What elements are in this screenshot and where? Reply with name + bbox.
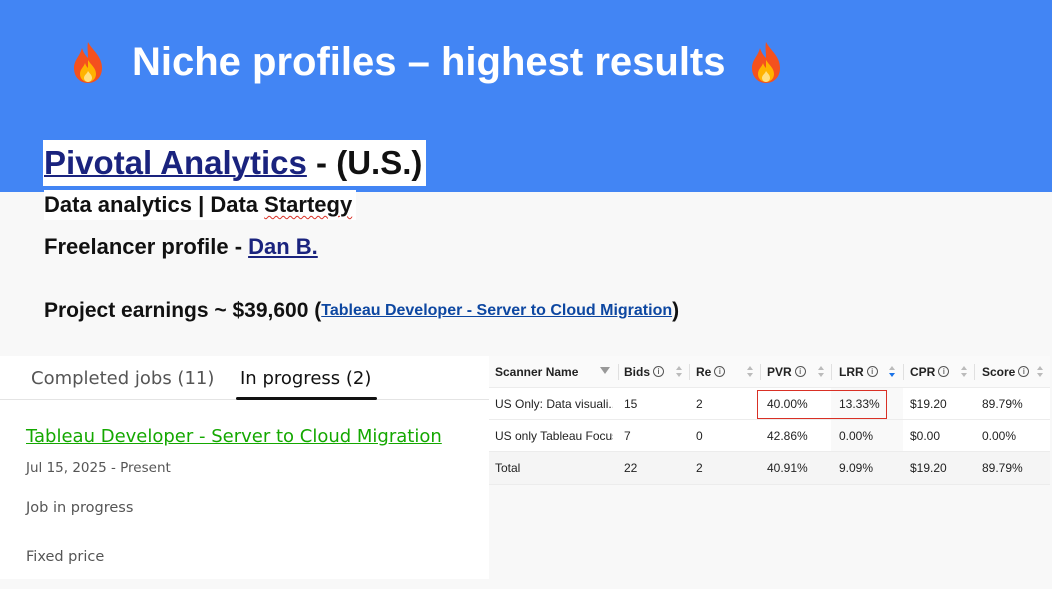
job-dates: Jul 15, 2025 - Present [26,460,171,476]
cell-bids: 22 [624,461,638,475]
earnings-project-link[interactable]: Tableau Developer - Server to Cloud Migr… [321,302,672,320]
cell-pvr: 40.91% [767,461,808,475]
column-divider [903,364,904,380]
slide-title: Niche profiles – highest results [70,36,784,88]
highlight-annotation-box [757,390,887,419]
table-header-row: Scanner Name Bids i Re i PVR i LRR i CPR i Sc… [489,356,1050,388]
earnings-line: Project earnings ~ $39,600 (Tableau Deve… [44,297,679,325]
cell-cpr: $0.00 [910,428,941,443]
specialty-text: Data analytics | Data [44,192,265,217]
specialty-line: Data analytics | Data Startegy [44,190,357,220]
tab-in-progress[interactable]: In progress (2) [240,368,371,389]
column-header-label: LRR [839,364,864,379]
column-divider [618,364,619,380]
cell-cpr: $19.20 [910,396,947,411]
cell-total-label: Total [495,461,521,475]
sort-icon[interactable] [961,365,967,379]
filter-icon[interactable] [600,367,610,374]
column-header-label: Re [696,364,712,379]
sort-icon[interactable] [747,365,753,379]
column-header-label: Score [982,364,1016,379]
slide-title-text: Niche profiles – highest results [132,39,726,84]
cell-score: 89.79% [982,461,1023,475]
table-row[interactable]: US only Tableau Focus 7 0 42.86% 0.00% $… [489,420,1050,452]
column-header-label: PVR [767,364,792,379]
freelancer-line: Freelancer profile - Dan B. [44,232,318,262]
column-header-label: Scanner Name [495,364,579,379]
cell-re: 2 [696,396,703,411]
cell-score: 89.79% [982,396,1023,411]
table-total-row: Total 22 2 40.91% 9.09% $19.20 89.79% [489,452,1050,485]
job-status: Job in progress [26,500,134,516]
cell-lrr: 9.09% [839,461,874,475]
fire-icon [74,42,102,83]
cell-bids: 7 [624,428,631,443]
job-payment-type: Fixed price [26,549,105,565]
earnings-label: Project earnings ~ $39,600 ( [44,299,322,322]
job-tabs: Completed jobs (11) In progress (2) [0,356,489,400]
info-icon[interactable]: i [866,366,878,377]
earnings-close: ) [672,299,680,322]
cell-re: 2 [696,461,703,475]
column-header-bids[interactable]: Bids i [624,356,684,387]
jobs-panel: Completed jobs (11) In progress (2) Tabl… [0,356,489,579]
column-divider [689,364,690,380]
company-heading: Pivotal Analytics - (U.S.) [43,140,427,186]
column-header-label: CPR [910,364,936,379]
info-icon[interactable]: i [653,366,665,377]
info-icon[interactable]: i [714,366,726,377]
info-icon[interactable]: i [1018,366,1030,377]
sort-icon[interactable] [818,365,824,379]
freelancer-link[interactable]: Dan B. [248,234,318,260]
active-tab-indicator [236,397,377,400]
fire-icon [751,42,780,83]
column-header-scanner-name[interactable]: Scanner Name [495,356,613,387]
sort-icon[interactable] [676,365,682,379]
company-link[interactable]: Pivotal Analytics [44,144,307,182]
column-divider [760,364,761,380]
column-divider [831,364,832,380]
cell-lrr: 0.00% [839,428,874,443]
cell-re: 0 [696,428,703,443]
cell-score: 0.00% [982,428,1017,443]
cell-pvr: 42.86% [767,428,808,443]
column-divider [974,364,975,380]
job-title-link[interactable]: Tableau Developer - Server to Cloud Migr… [26,426,442,447]
cell-scanner-name: US only Tableau Focus [495,428,613,443]
cell-cpr: $19.20 [910,461,947,475]
sort-icon[interactable] [1037,365,1043,379]
sort-descending-icon[interactable] [889,365,895,379]
cell-scanner-name: US Only: Data visuali... [495,396,613,411]
info-icon[interactable]: i [938,366,950,377]
column-header-label: Bids [624,364,651,379]
company-suffix: - (U.S.) [316,144,423,181]
freelancer-label: Freelancer profile - [44,234,243,259]
specialty-misspelled-word: Startegy [264,192,353,217]
tab-completed-jobs[interactable]: Completed jobs (11) [31,368,214,389]
info-icon[interactable]: i [794,366,806,377]
cell-bids: 15 [624,396,638,411]
scanner-table: Scanner Name Bids i Re i PVR i LRR i CPR i Sc… [489,356,1050,485]
